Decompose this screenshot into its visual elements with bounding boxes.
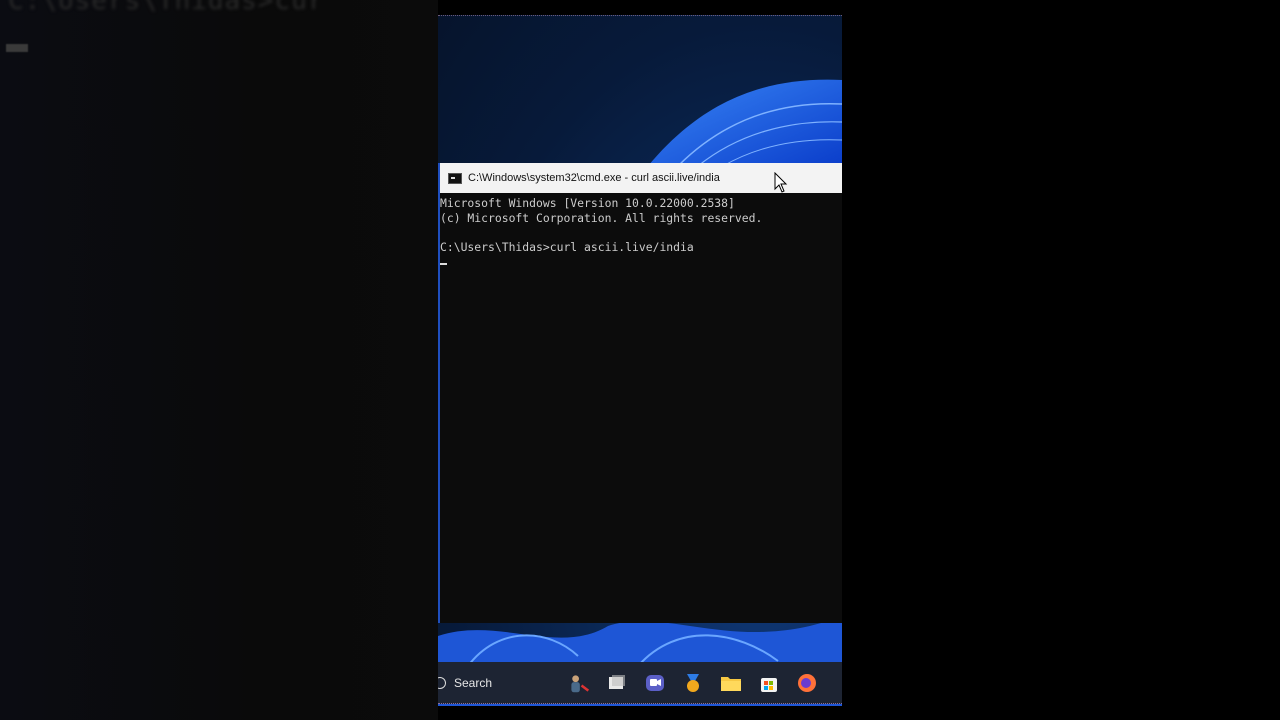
console-line: (c) Microsoft Corporation. All rights re… bbox=[440, 210, 763, 225]
window-title: C:\Windows\system32\cmd.exe - curl ascii… bbox=[468, 172, 720, 184]
taskbar-search[interactable]: Search bbox=[438, 662, 568, 704]
mouse-pointer-icon bbox=[774, 172, 788, 193]
blurred-cursor bbox=[6, 44, 28, 52]
blurred-background-text: C:\Users\Thidas>cur bbox=[8, 0, 325, 16]
taskbar: Search bbox=[438, 662, 842, 704]
desktop-screen: C:\Windows\system32\cmd.exe - curl ascii… bbox=[438, 0, 842, 720]
console-line: Microsoft Windows [Version 10.0.22000.25… bbox=[440, 196, 735, 210]
console-line: C:\Users\Thidas>curl ascii.live/india bbox=[440, 239, 694, 254]
store-icon[interactable] bbox=[758, 672, 780, 694]
cmd-icon bbox=[448, 172, 462, 184]
widgets-icon[interactable] bbox=[568, 672, 590, 694]
cmd-window[interactable]: C:\Windows\system32\cmd.exe - curl ascii… bbox=[438, 163, 842, 623]
medal-app-icon[interactable] bbox=[682, 672, 704, 694]
search-label: Search bbox=[454, 675, 493, 690]
left-blurred-panel: C:\Users\Thidas>cur bbox=[0, 0, 438, 720]
task-view-icon[interactable] bbox=[606, 672, 628, 694]
chat-icon[interactable] bbox=[644, 672, 666, 694]
text-cursor bbox=[440, 263, 447, 265]
firefox-icon[interactable] bbox=[796, 672, 818, 694]
file-explorer-icon[interactable] bbox=[720, 672, 742, 694]
console-output[interactable]: Microsoft Windows [Version 10.0.22000.25… bbox=[440, 193, 842, 269]
right-blurred-panel bbox=[842, 0, 1280, 720]
search-icon bbox=[438, 676, 446, 689]
